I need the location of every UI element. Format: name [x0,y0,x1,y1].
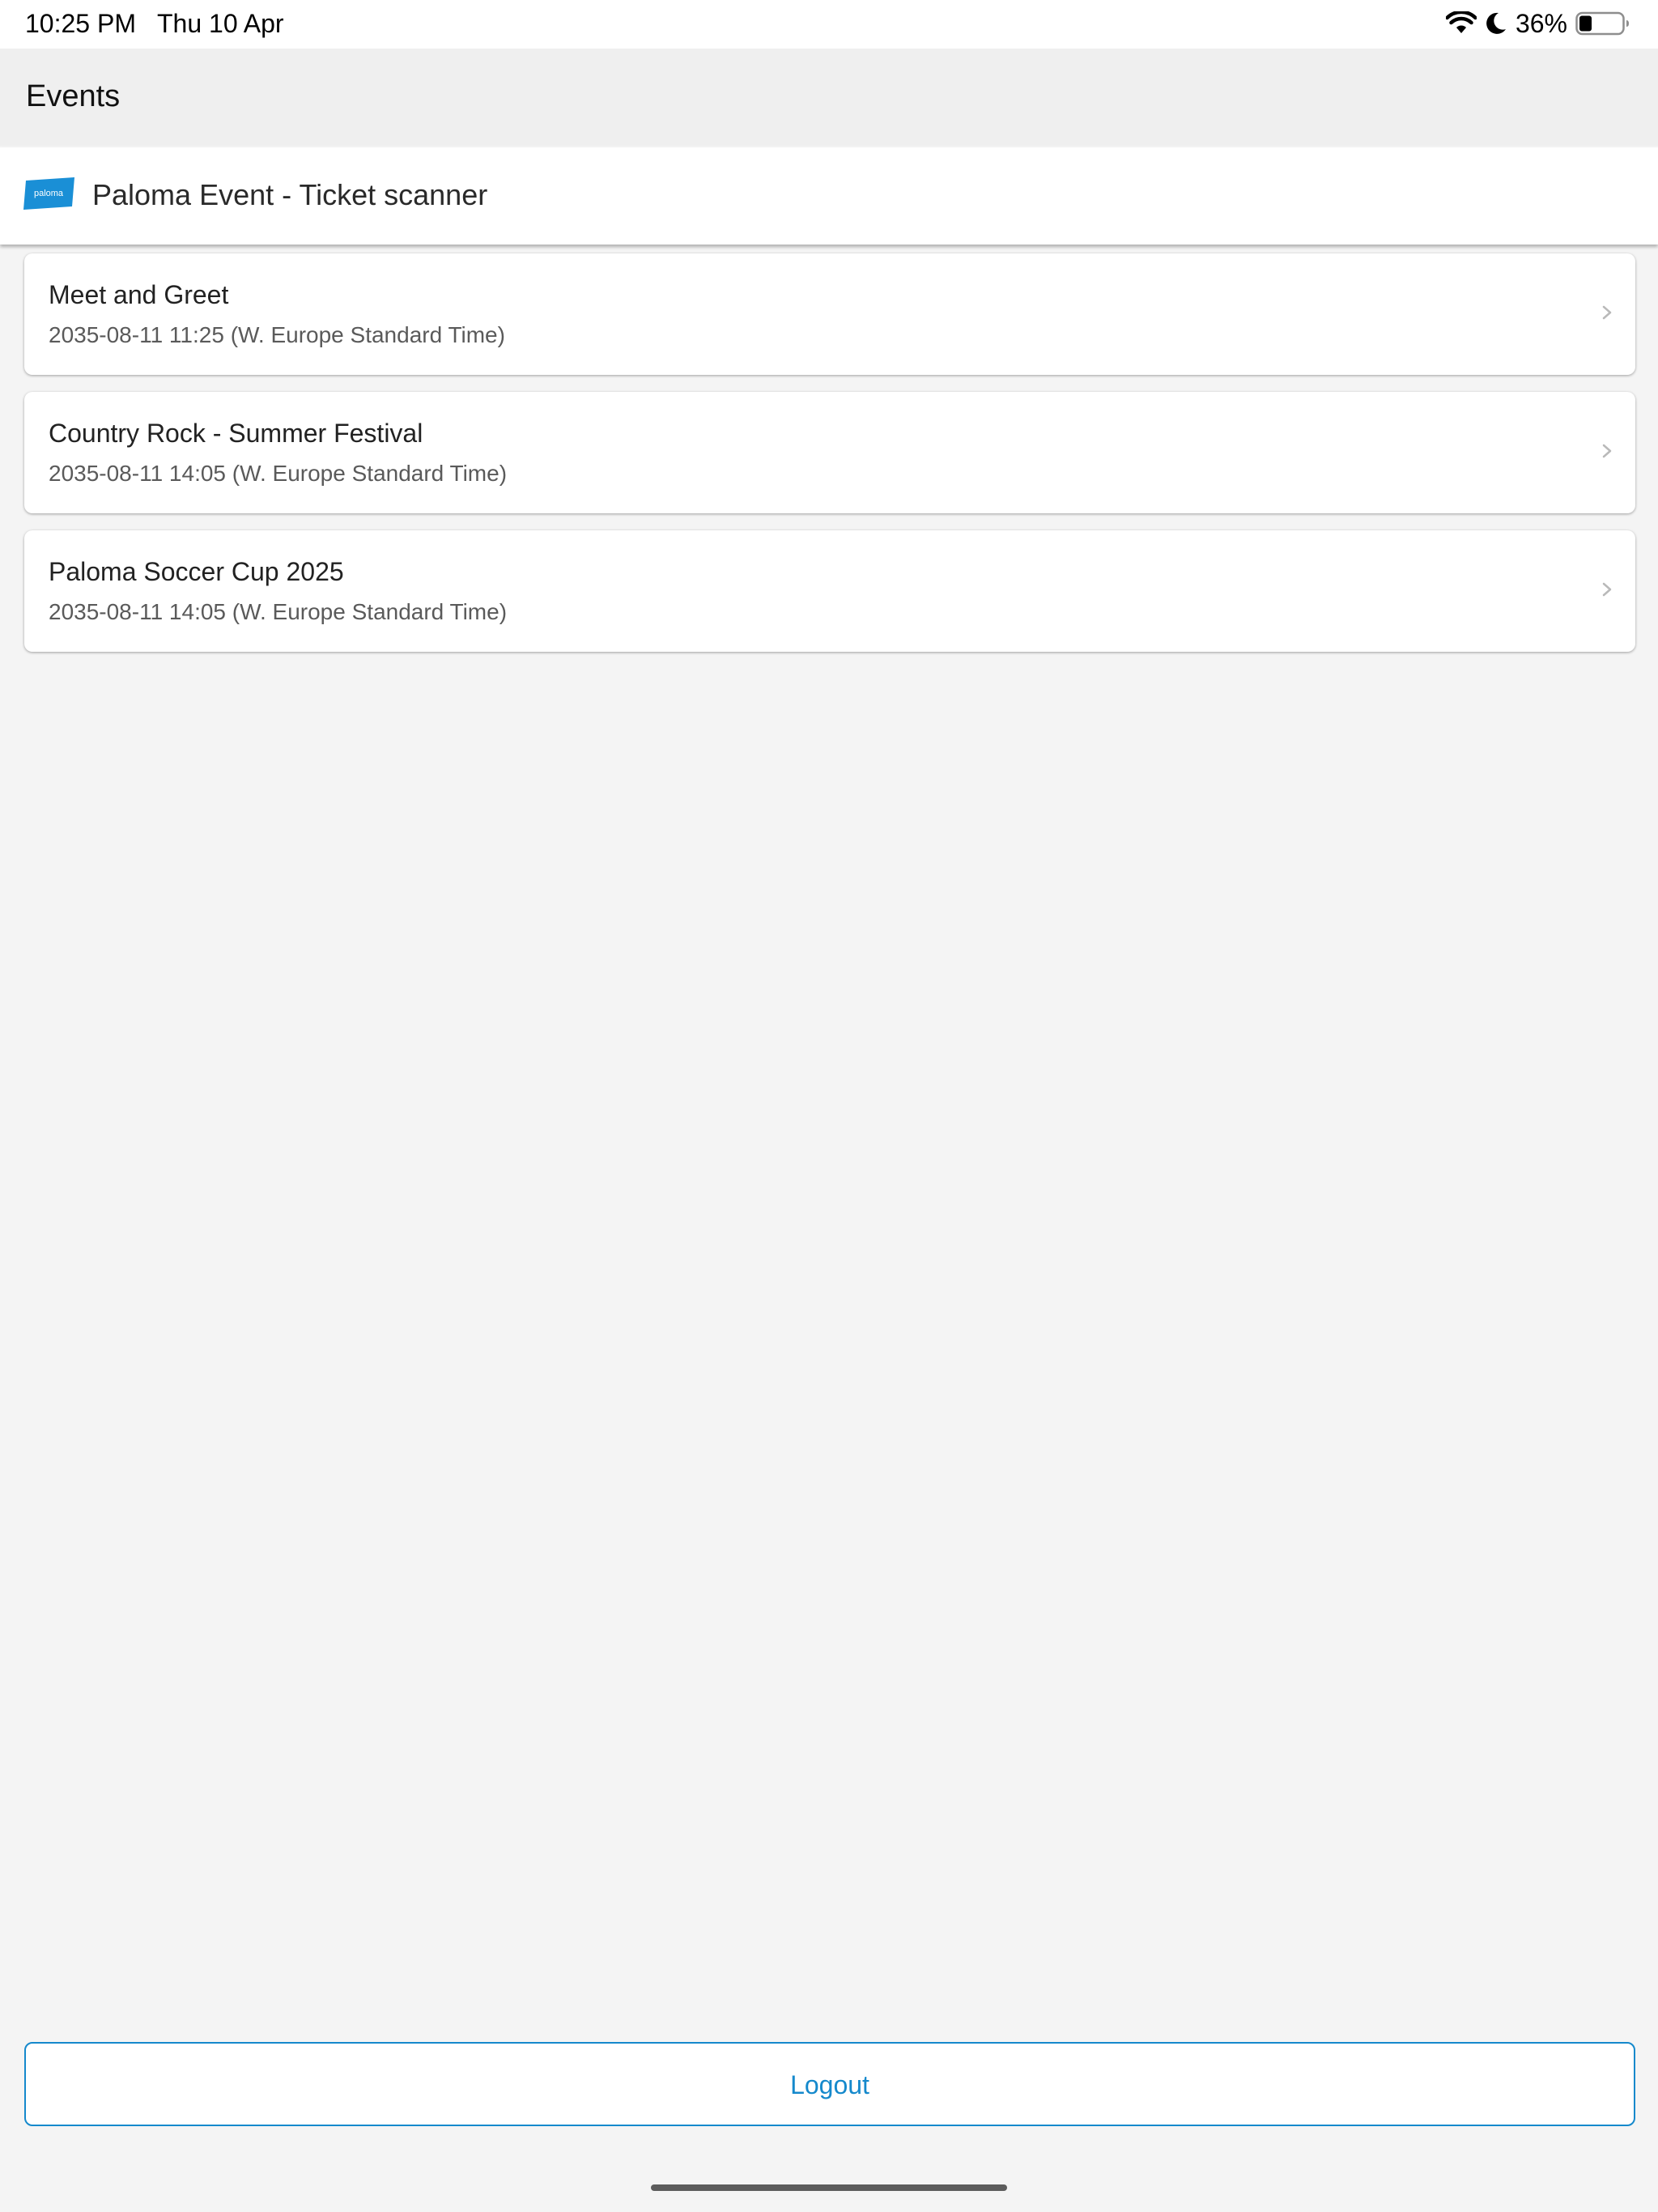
event-card-country-rock-summer-festival[interactable]: Country Rock - Summer Festival 2035-08-1… [24,392,1635,513]
page-title: Events [26,79,121,113]
event-card-paloma-soccer-cup-2025[interactable]: Paloma Soccer Cup 2025 2035-08-11 14:05 … [24,530,1635,652]
wifi-icon [1445,11,1477,33]
event-datetime: 2035-08-11 14:05 (W. Europe Standard Tim… [49,599,508,624]
chevron-right-icon [1602,582,1612,597]
status-time: 10:25 PM [25,9,136,38]
battery-percent: 36% [1515,9,1567,38]
chevron-right-icon [1602,444,1612,458]
status-bar: 10:25 PM Thu 10 Apr 36% [0,0,1658,49]
event-list: Meet and Greet 2035-08-11 11:25 (W. Euro… [24,253,1635,669]
event-name: Country Rock - Summer Festival [49,419,423,448]
event-datetime: 2035-08-11 14:05 (W. Europe Standard Tim… [49,461,508,486]
status-icons: 36% [1445,6,1630,40]
event-card-meet-and-greet[interactable]: Meet and Greet 2035-08-11 11:25 (W. Euro… [24,253,1635,375]
app-bar: paloma Paloma Event - Ticket scanner [0,147,1658,245]
battery-icon [1575,11,1629,36]
app-title: Paloma Event - Ticket scanner [92,178,488,211]
chevron-right-icon [1602,305,1612,320]
do-not-disturb-moon-icon [1486,12,1506,34]
status-date: Thu 10 Apr [157,9,284,38]
event-datetime: 2035-08-11 11:25 (W. Europe Standard Tim… [49,322,505,347]
logout-button[interactable]: Logout [24,2042,1635,2126]
svg-text:paloma: paloma [34,189,64,198]
paloma-logo: paloma [23,177,74,210]
event-name: Meet and Greet [49,280,229,309]
page-header: Events [0,49,1658,146]
event-name: Paloma Soccer Cup 2025 [49,557,344,586]
home-indicator[interactable] [651,2184,1007,2191]
